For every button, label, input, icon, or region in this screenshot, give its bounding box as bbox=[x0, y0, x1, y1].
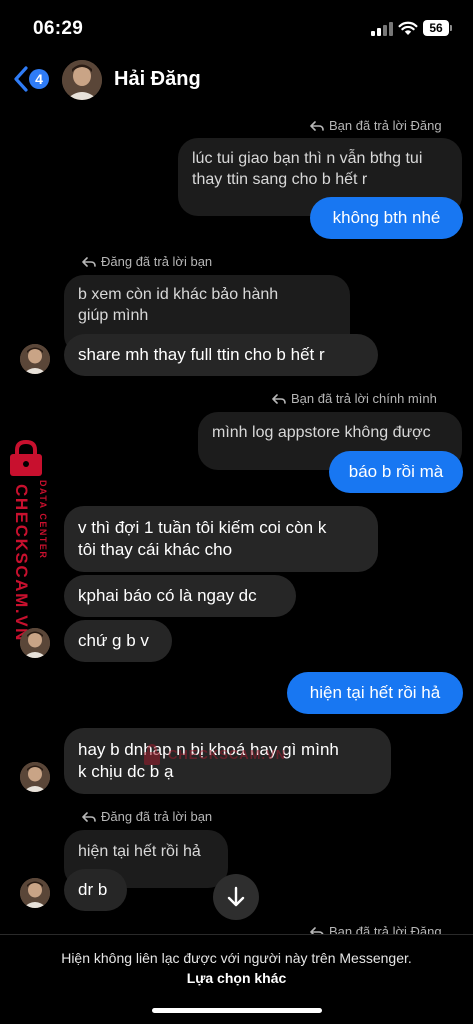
reply-arrow-icon bbox=[272, 394, 286, 404]
received-message[interactable]: v thì đợi 1 tuần tôi kiếm coi còn k tôi … bbox=[64, 506, 378, 572]
sender-avatar bbox=[20, 628, 50, 658]
received-message[interactable]: dr b bbox=[64, 869, 127, 911]
battery-indicator: 56 bbox=[423, 20, 452, 36]
reply-note: Đăng đã trả lời bạn bbox=[82, 809, 212, 824]
reply-arrow-icon bbox=[310, 121, 324, 131]
home-indicator bbox=[152, 1008, 322, 1013]
received-message[interactable]: kphai báo có là ngay dc bbox=[64, 575, 296, 617]
sent-message[interactable]: báo b rồi mà bbox=[329, 451, 463, 493]
received-message[interactable]: share mh thay full ttin cho b hết r bbox=[64, 334, 378, 376]
chevron-left-icon[interactable] bbox=[12, 64, 30, 94]
reply-note: Bạn đã trả lời chính mình bbox=[272, 391, 437, 406]
reply-arrow-icon bbox=[82, 257, 96, 267]
reply-arrow-icon bbox=[82, 812, 96, 822]
unread-count-badge[interactable]: 4 bbox=[29, 69, 49, 89]
lock-icon bbox=[144, 744, 160, 765]
contact-avatar[interactable] bbox=[62, 60, 102, 100]
status-bar: 06:29 56 bbox=[0, 0, 473, 52]
watermark-side: DATA CENTER CHECKSCAM.VN bbox=[4, 440, 56, 660]
sender-avatar bbox=[20, 878, 50, 908]
svg-text:CHECKSCAM.VN: CHECKSCAM.VN bbox=[12, 484, 31, 642]
svg-text:DATA CENTER: DATA CENTER bbox=[38, 480, 48, 559]
sent-message[interactable]: hiện tại hết rồi hả bbox=[287, 672, 463, 714]
cellular-signal-icon bbox=[371, 22, 393, 36]
wifi-icon bbox=[398, 21, 418, 35]
contact-name[interactable]: Hải Đăng bbox=[114, 68, 201, 91]
unavailable-notice: Hiện không liên lạc được với người này t… bbox=[61, 950, 412, 966]
lock-icon bbox=[10, 440, 42, 476]
messenger-chat-screen: 06:29 56 4 Hải Đăng DATA CENTER CHECKSCA… bbox=[0, 0, 473, 1024]
status-time: 06:29 bbox=[33, 18, 84, 39]
reply-arrow-icon bbox=[310, 927, 324, 934]
scroll-to-bottom-button[interactable] bbox=[213, 874, 259, 920]
chat-header: 4 Hải Đăng bbox=[0, 52, 473, 110]
other-options-link[interactable]: Lựa chọn khác bbox=[0, 970, 473, 986]
reply-note: Bạn đã trả lời Đăng bbox=[310, 118, 442, 133]
sender-avatar bbox=[20, 344, 50, 374]
received-message[interactable]: chứ g b v bbox=[64, 620, 172, 662]
sent-message[interactable]: không bth nhé bbox=[310, 197, 463, 239]
reply-note: Bạn đã trả lời Đăng bbox=[310, 924, 442, 934]
watermark-center: CHECKSCAM.VN bbox=[142, 740, 302, 770]
arrow-down-icon bbox=[227, 886, 245, 907]
reply-note: Đăng đã trả lời bạn bbox=[82, 254, 212, 269]
sender-avatar bbox=[20, 762, 50, 792]
